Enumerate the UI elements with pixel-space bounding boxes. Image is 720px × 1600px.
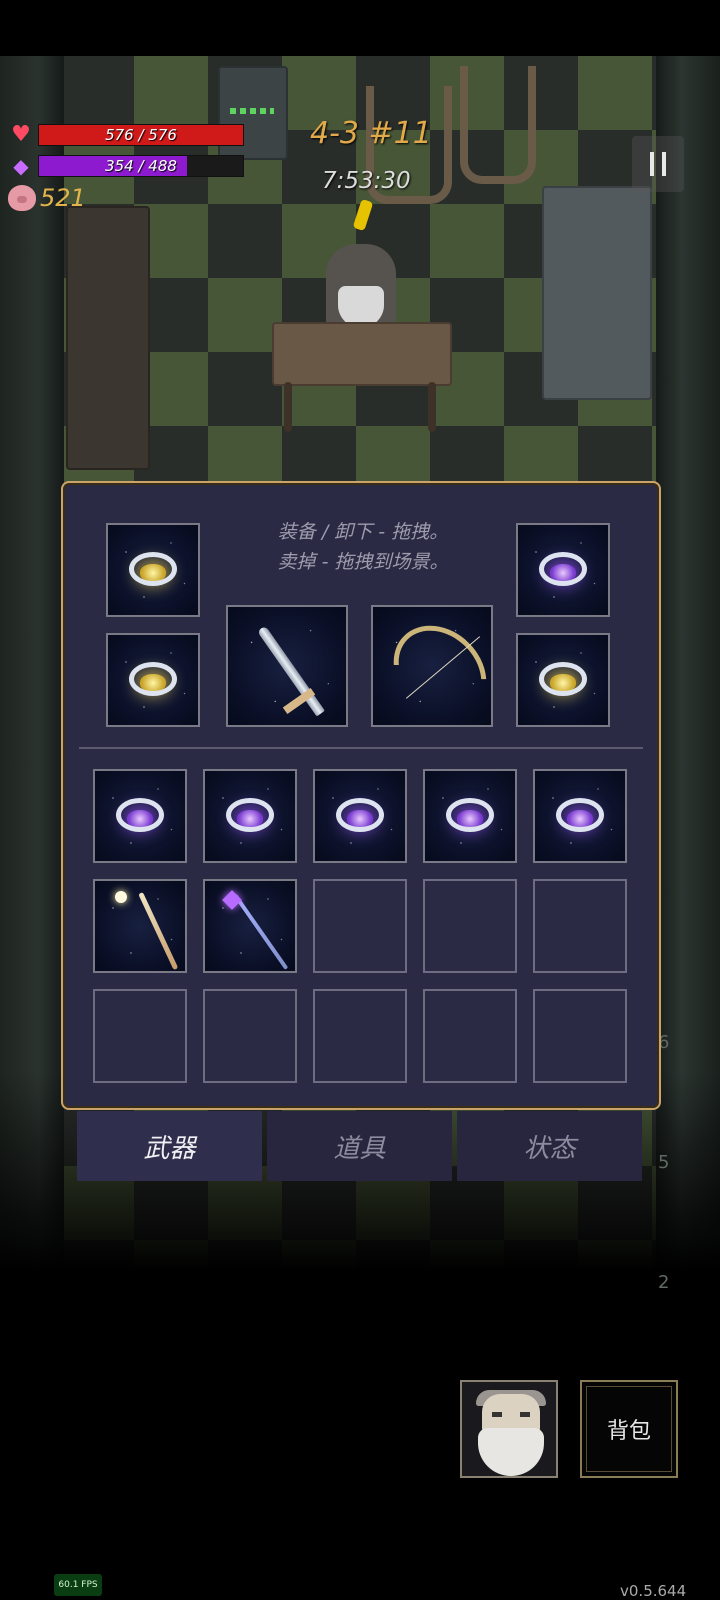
inventory-slot[interactable] [533,769,627,863]
pause-icon [650,152,654,176]
backpack-label: 背包 [606,1419,651,1444]
equip-ring-slot[interactable] [516,633,610,727]
hp-text: 576 / 576 [105,126,177,144]
side-count: 2 [658,1272,670,1293]
ring-icon [539,552,587,586]
character-portrait-button[interactable] [460,1380,558,1478]
pipe [460,66,536,184]
hint-line-1: 装备 / 卸下 - 拖拽。 [277,521,449,543]
ring-icon [129,552,177,586]
tab-weapons[interactable]: 武器 [77,1111,262,1181]
mp-bar: 354 / 488 [38,155,244,177]
inventory-slot-empty[interactable] [93,989,187,1083]
ring-icon [556,798,604,832]
hint-line-2: 卖掉 - 拖拽到场景。 [277,551,449,573]
heart-icon: ♥ [11,122,31,147]
inventory-slot-empty[interactable] [313,879,407,973]
ring-icon [539,662,587,696]
pig-icon [8,185,36,211]
coin-count: 521 [40,184,86,212]
inventory-slot[interactable] [93,879,187,973]
ring-icon [129,662,177,696]
ring-icon [336,798,384,832]
inventory-slot-empty[interactable] [203,989,297,1083]
tab-items[interactable]: 道具 [267,1111,452,1181]
inventory-slot[interactable] [423,769,517,863]
equip-ring-slot[interactable] [516,523,610,617]
mp-text: 354 / 488 [105,157,177,175]
equip-weapon-slot[interactable] [371,605,506,738]
inventory-slot[interactable] [313,769,407,863]
side-count: 5 [658,1152,670,1173]
merchant-table [272,322,452,386]
ring-icon [116,798,164,832]
inventory-hint: 装备 / 卸下 - 拖拽。 卖掉 - 拖拽到场景。 [263,517,463,577]
hp-bar: 576 / 576 [38,124,244,146]
staff-icon [138,891,179,971]
ring-icon [446,798,494,832]
tab-status[interactable]: 状态 [457,1111,642,1181]
version-label: v0.5.644 [620,1582,687,1600]
inventory-slot[interactable] [203,879,297,973]
inventory-slot-empty[interactable] [533,989,627,1083]
equip-ring-slot[interactable] [106,523,200,617]
equip-weapon-slot[interactable] [226,605,348,727]
panel-divider [79,747,643,749]
equip-ring-slot[interactable] [106,633,200,727]
level-indicator: 4-3 #11 [310,116,432,151]
inventory-panel: 装备 / 卸下 - 拖拽。 卖掉 - 拖拽到场景。 [61,481,661,1110]
alchemy-device [542,186,652,400]
inventory-slot-empty[interactable] [533,879,627,973]
bookshelf [66,206,150,470]
inventory-slot[interactable] [93,769,187,863]
ring-icon [226,798,274,832]
inventory-slot-empty[interactable] [423,879,517,973]
inventory-slot-empty[interactable] [313,989,407,1083]
inventory-slot-empty[interactable] [423,989,517,1083]
play-timer: 7:53:30 [322,168,411,194]
fps-counter: 60.1 FPS [54,1574,102,1596]
bow-icon [374,606,506,738]
backpack-button[interactable]: 背包 [580,1380,678,1478]
mana-gem-icon: ◆ [13,154,29,178]
pause-button[interactable] [632,136,684,192]
inventory-slot[interactable] [203,769,297,863]
staff-icon [233,893,289,970]
